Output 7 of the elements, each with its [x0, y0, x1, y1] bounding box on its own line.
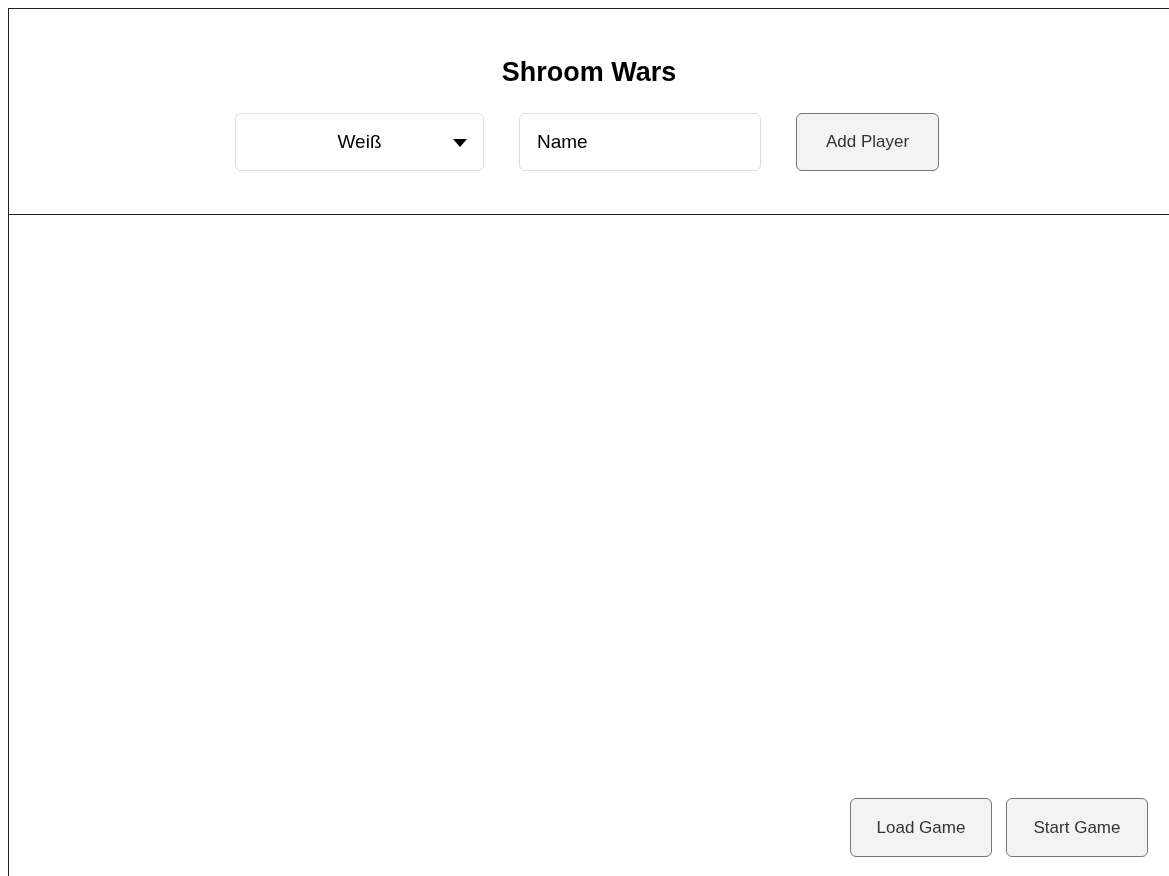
app-title: Shroom Wars	[501, 56, 677, 88]
caret-icon	[453, 139, 467, 147]
name-field[interactable]: Name	[519, 113, 761, 171]
start-game-button[interactable]: Start Game	[1006, 798, 1148, 857]
color-select[interactable]: Weiß	[235, 113, 484, 171]
add-player-button[interactable]: Add Player	[796, 113, 939, 171]
load-game-button[interactable]: Load Game	[850, 798, 992, 857]
